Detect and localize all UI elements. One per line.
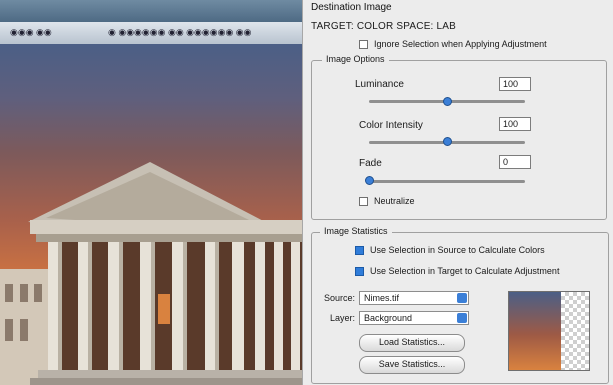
luminance-value-field[interactable]: 100 [499,77,531,91]
save-statistics-button[interactable]: Save Statistics... [359,356,465,374]
destination-image-heading: Destination Image [311,2,392,13]
preview-image [509,292,561,370]
luminance-label: Luminance [355,79,404,90]
source-select[interactable]: Nimes.tif [359,291,469,305]
load-statistics-button[interactable]: Load Statistics... [359,334,465,352]
ignore-selection-row[interactable]: Ignore Selection when Applying Adjustmen… [359,39,547,49]
document-title-bar: ◉◉◉ ◉◉ ◉ ◉◉◉◉◉◉ ◉◉ ◉◉◉◉◉◉ ◉◉ [0,22,302,45]
use-selection-target-label: Use Selection in Target to Calculate Adj… [370,266,560,276]
fade-slider-thumb[interactable] [365,176,374,185]
source-select-stepper-icon [457,293,467,303]
image-options-title: Image Options [322,54,389,64]
document-tab-left[interactable]: ◉◉◉ ◉◉ [10,27,52,38]
layer-select-value: Background [364,313,413,323]
image-document-window: ◉◉◉ ◉◉ ◉ ◉◉◉◉◉◉ ◉◉ ◉◉◉◉◉◉ ◉◉ [0,0,302,385]
preview-transparency [561,292,589,370]
image-canvas[interactable] [0,44,302,385]
image-statistics-title: Image Statistics [320,226,392,236]
use-selection-target-row[interactable]: Use Selection in Target to Calculate Adj… [355,266,559,276]
document-tab-title[interactable]: ◉ ◉◉◉◉◉◉ ◉◉ ◉◉◉◉◉◉ ◉◉ [108,27,252,38]
fade-label: Fade [359,158,382,169]
target-color-space: TARGET: COLOR SPACE: LAB [311,21,457,32]
color-intensity-value-field[interactable]: 100 [499,117,531,131]
temple-image [0,162,302,385]
layer-select-stepper-icon [457,313,467,323]
fade-slider-track[interactable] [369,180,525,183]
use-selection-source-row[interactable]: Use Selection in Source to Calculate Col… [355,245,545,255]
layer-select[interactable]: Background [359,311,469,325]
use-selection-source-label: Use Selection in Source to Calculate Col… [370,245,545,255]
color-intensity-slider-thumb[interactable] [443,137,452,146]
match-color-dialog: Destination Image TARGET: COLOR SPACE: L… [302,0,613,385]
layer-label: Layer: [329,313,355,323]
neutralize-checkbox[interactable] [359,196,368,206]
fade-value-field[interactable]: 0 [499,155,531,169]
neutralize-row[interactable]: Neutralize [359,196,415,206]
use-selection-target-checkbox[interactable] [355,266,364,276]
use-selection-source-checkbox[interactable] [355,245,364,255]
source-preview-thumbnail [508,291,590,371]
neutralize-label: Neutralize [374,196,415,206]
ignore-selection-label: Ignore Selection when Applying Adjustmen… [374,39,547,49]
ignore-selection-checkbox[interactable] [359,39,368,49]
document-top-sky-strip [0,0,302,22]
source-select-value: Nimes.tif [364,293,400,303]
source-label: Source: [323,293,355,303]
color-intensity-label: Color Intensity [359,120,423,131]
luminance-slider-thumb[interactable] [443,97,452,106]
